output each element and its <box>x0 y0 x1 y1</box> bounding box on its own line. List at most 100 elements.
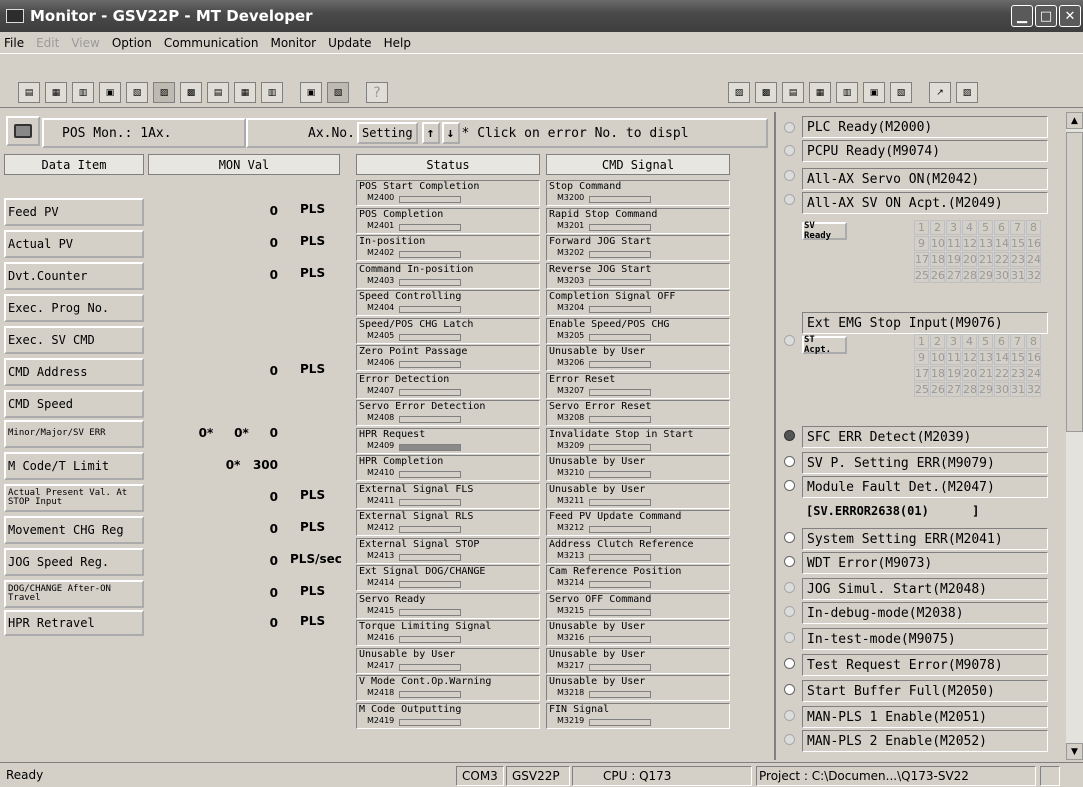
axis-number-cell: 10 <box>930 236 945 251</box>
cmd-signal[interactable]: Unusable by User M3218 <box>546 675 730 701</box>
signal-name: Feed PV Update Command <box>549 511 682 522</box>
monitor-tool-icon[interactable]: ▧ <box>126 82 148 103</box>
axis-number-cell: 14 <box>994 350 1009 365</box>
scroll-up-icon[interactable]: ▲ <box>1066 112 1083 129</box>
tool-icon[interactable]: ▨ <box>956 82 978 103</box>
monitor-tool-icon[interactable]: ▦ <box>45 82 67 103</box>
signal-name: Servo Error Detection <box>359 401 486 412</box>
sv-error-code[interactable]: [SV.ERROR2638(01) ] <box>806 504 979 518</box>
menu-option[interactable]: Option <box>112 36 152 50</box>
toolbar: ▤ ▦ ▥ ▣ ▧ ▨ ▩ ▤ ▦ ▥ ▣ ▧ ? ▨ ▩ ▤ ▦ ▥ ▣ ▧ … <box>0 54 1083 108</box>
help-icon[interactable]: ? <box>366 82 388 103</box>
monitor-tool-icon[interactable]: ▥ <box>72 82 94 103</box>
cmd-signal[interactable]: Feed PV Update Command M3212 <box>546 510 730 536</box>
menu-monitor[interactable]: Monitor <box>270 36 316 50</box>
menu-communication[interactable]: Communication <box>164 36 259 50</box>
cmd-signal[interactable]: Stop Command M3200 <box>546 180 730 206</box>
signal-name: External Signal STOP <box>359 538 480 550</box>
monitor-tool-icon[interactable]: ▤ <box>207 82 229 103</box>
tool-icon[interactable]: ▨ <box>728 82 750 103</box>
start-buffer-full-indicator: Start Buffer Full(M2050) <box>802 680 1048 702</box>
tool-icon[interactable]: ▧ <box>890 82 912 103</box>
status-signal: M Code Outputting M2419 <box>356 702 540 729</box>
setting-button[interactable]: Setting <box>356 122 418 144</box>
tool-icon[interactable]: ▦ <box>809 82 831 103</box>
cmd-signal[interactable]: Error Reset M3207 <box>546 372 730 399</box>
menu-edit[interactable]: Edit <box>36 36 59 50</box>
cmd-signal[interactable]: Unusable by User M3211 <box>546 482 730 509</box>
vertical-scrollbar[interactable]: ▲ ▼ <box>1066 112 1083 760</box>
cmd-signal[interactable]: Enable Speed/POS CHG M3205 <box>546 317 730 344</box>
tool-icon[interactable]: ▣ <box>863 82 885 103</box>
scroll-down-icon[interactable]: ▼ <box>1066 743 1083 760</box>
data-item-label: Actual PV <box>4 230 144 258</box>
close-button[interactable]: ✕ <box>1059 5 1081 27</box>
st-acpt-label: ST Acpt. <box>802 335 847 355</box>
data-item-value: 0 <box>269 236 278 250</box>
tool-icon[interactable]: ▥ <box>836 82 858 103</box>
signal-name: Zero Point Passage <box>359 346 468 357</box>
signal-name: Address Clutch Reference <box>549 538 694 550</box>
cmd-signal[interactable]: Reverse JOG Start M3203 <box>546 262 730 289</box>
monitor-tool-icon[interactable]: ▩ <box>180 82 202 103</box>
monitor-tool-icon[interactable]: ▤ <box>18 82 40 103</box>
data-item-label: JOG Speed Reg. <box>4 548 144 576</box>
menu-help[interactable]: Help <box>384 36 411 50</box>
menu-bar: File Edit View Option Communication Moni… <box>0 32 1083 54</box>
cmd-signal[interactable]: Rapid Stop Command M3201 <box>546 207 730 234</box>
signal-name: Unusable by User <box>359 648 456 660</box>
signal-lamp-icon <box>399 388 461 396</box>
axis-number-cell: 4 <box>962 334 977 349</box>
cmd-signal[interactable]: FIN Signal M3219 <box>546 702 730 729</box>
minimize-button[interactable]: ▁ <box>1011 5 1033 27</box>
signal-address: M2418 <box>367 688 395 697</box>
cmd-signal[interactable]: Forward JOG Start M3202 <box>546 235 730 261</box>
monitor-tool-icon[interactable]: ▣ <box>300 82 322 103</box>
signal-name: Error Detection <box>359 373 450 385</box>
cmd-signal[interactable]: Servo Error Reset M3208 <box>546 400 730 426</box>
cmd-signal[interactable]: Invalidate Stop in Start M3209 <box>546 427 730 454</box>
signal-lamp-icon <box>399 691 461 698</box>
signal-address: M2416 <box>367 633 395 642</box>
signal-name: Rapid Stop Command <box>549 208 658 220</box>
signal-lamp-icon <box>399 471 461 478</box>
axis-number-cell: 27 <box>946 268 961 283</box>
signal-address: M3208 <box>557 413 585 422</box>
monitor-tool-icon[interactable]: ▥ <box>261 82 283 103</box>
tool-icon[interactable]: ▤ <box>782 82 804 103</box>
axis-number-cell: 30 <box>994 268 1009 283</box>
menu-update[interactable]: Update <box>328 36 371 50</box>
cmd-signal[interactable]: Address Clutch Reference M3213 <box>546 537 730 564</box>
data-item-label: Dvt.Counter <box>4 262 144 290</box>
cmd-signal[interactable]: Unusable by User M3210 <box>546 455 730 481</box>
monitor-tool-icon[interactable]: ▧ <box>327 82 349 103</box>
menu-file[interactable]: File <box>4 36 24 50</box>
cmd-signal[interactable]: Servo OFF Command M3215 <box>546 592 730 619</box>
tool-icon[interactable]: ▩ <box>755 82 777 103</box>
monitor-tool-icon[interactable]: ▨ <box>153 82 175 103</box>
scroll-thumb[interactable] <box>1066 132 1083 432</box>
error-list-icon[interactable]: ▣ <box>99 82 121 103</box>
signal-lamp-icon <box>589 471 651 478</box>
cmd-signal[interactable]: Unusable by User M3206 <box>546 345 730 371</box>
sv-ready-label: SV Ready <box>802 221 847 241</box>
maximize-button[interactable]: □ <box>1035 5 1057 27</box>
signal-name: Ext Signal DOG/CHANGE <box>359 566 486 577</box>
cmd-signal[interactable]: Completion Signal OFF M3204 <box>546 290 730 316</box>
tool-icon[interactable]: ↗ <box>929 82 951 103</box>
menu-view[interactable]: View <box>71 36 99 50</box>
axis-number-cell: 23 <box>1010 252 1025 267</box>
cmd-signal[interactable]: Cam Reference Position M3214 <box>546 565 730 591</box>
position-monitor-pane: POS Mon.: 1Ax. Ax.No. Setting ↑ ↓ * Clic… <box>4 112 768 760</box>
axis-up-button[interactable]: ↑ <box>421 122 440 144</box>
cmd-signal[interactable]: Unusable by User M3216 <box>546 620 730 646</box>
signal-lamp-icon <box>399 223 461 231</box>
axis-down-button[interactable]: ↓ <box>441 122 460 144</box>
data-item-label: Actual Present Val. At STOP Input <box>4 484 144 512</box>
signal-lamp-icon <box>589 333 651 341</box>
signal-address: M3218 <box>557 688 585 697</box>
signal-lamp-icon <box>589 636 651 643</box>
cmd-signal[interactable]: Unusable by User M3217 <box>546 647 730 674</box>
signal-lamp-icon <box>589 196 651 203</box>
monitor-tool-icon[interactable]: ▦ <box>234 82 256 103</box>
